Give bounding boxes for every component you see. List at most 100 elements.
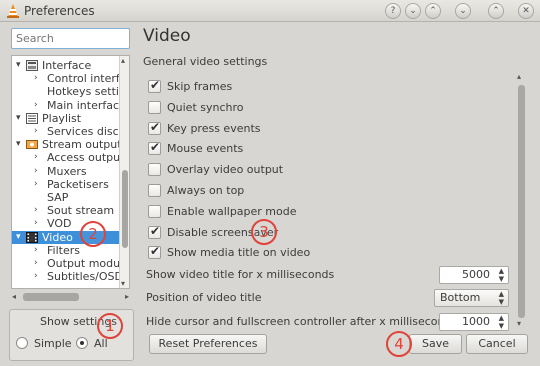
tree-hscroll-thumb[interactable] <box>23 293 79 301</box>
collapsed-arrow-icon[interactable]: › <box>34 72 38 85</box>
title-bar: Preferences ? ⌄ ⌃ ⌄ ⌃ ✕ <box>0 0 540 22</box>
expand-arrow-icon[interactable]: ▾ <box>16 59 21 72</box>
minimize-icon: ⌄ <box>459 6 467 16</box>
check-icon: ✔ <box>150 244 161 259</box>
title-position-value: Bottom <box>440 291 481 304</box>
tree-item-output-module[interactable]: › Output module <box>12 257 119 270</box>
tree-vertical-scrollbar[interactable]: ▴ ▾ <box>119 56 129 288</box>
tree-item-stream-output[interactable]: ▾ Stream output <box>12 138 119 151</box>
tree-item-label: Muxers <box>47 164 87 178</box>
checkbox-label: Key press events <box>167 121 261 135</box>
annotation-marker-2: 2 <box>80 221 106 247</box>
settings-scroll-thumb[interactable] <box>518 85 525 318</box>
checkbox-label: Enable wallpaper mode <box>167 204 297 218</box>
title-position-select[interactable]: Bottom ▲ ▼ <box>434 289 509 307</box>
hide-cursor-value: 1000 <box>462 315 490 328</box>
category-tree[interactable]: ▾ Interface › Control interfacHotkeys setti… <box>11 55 130 289</box>
page-title: Video <box>143 26 191 46</box>
expand-arrow-icon[interactable]: ▾ <box>16 231 21 244</box>
title-duration-label: Show video title for x milliseconds <box>146 268 335 281</box>
check-icon: ✔ <box>150 140 161 155</box>
collapsed-arrow-icon[interactable]: › <box>34 217 38 230</box>
checkbox[interactable]: ✔ <box>148 224 161 239</box>
help-button[interactable]: ? <box>385 3 401 19</box>
checkbox[interactable]: ✔ <box>148 119 161 135</box>
radio-all[interactable] <box>76 337 88 349</box>
checkbox[interactable]: ✔ <box>148 78 161 93</box>
tree-item-hotkeys-setting[interactable]: Hotkeys setting <box>12 85 119 98</box>
tree-item-label: Output module <box>47 257 119 270</box>
collapsed-arrow-icon[interactable]: › <box>34 204 38 217</box>
collapsed-arrow-icon[interactable]: › <box>34 125 38 138</box>
maximize-button[interactable]: ⌃ <box>488 3 504 19</box>
window-title: Preferences <box>24 4 95 18</box>
title-duration-spinbox[interactable]: 5000 ▲ ▼ <box>439 266 509 284</box>
scroll-left-icon[interactable]: ◂ <box>12 292 16 301</box>
tree-item-label: Packetisers <box>47 177 109 191</box>
tree-item-access-output[interactable]: › Access output <box>12 151 119 164</box>
collapsed-arrow-icon[interactable]: › <box>34 257 38 270</box>
check-icon: ✔ <box>150 78 161 92</box>
expand-arrow-icon[interactable]: ▾ <box>16 112 21 125</box>
collapsed-arrow-icon[interactable]: › <box>34 178 38 191</box>
spin-arrows-icon[interactable]: ▲ ▼ <box>499 314 504 330</box>
stream-output-icon <box>26 139 38 150</box>
shade-up-button[interactable]: ⌃ <box>425 3 441 19</box>
tree-item-filters[interactable]: › Filters <box>12 244 119 257</box>
scroll-down-icon[interactable]: ▾ <box>121 279 125 288</box>
tree-item-label: Subtitles/OSD <box>47 270 119 284</box>
tree-item-subtitles-osd[interactable]: › Subtitles/OSD <box>12 270 119 283</box>
scroll-up-icon[interactable]: ▴ <box>517 72 521 81</box>
checkbox[interactable]: ✔ <box>148 140 161 156</box>
title-duration-value: 5000 <box>462 268 490 281</box>
checkbox[interactable]: ✔ <box>148 244 161 260</box>
tree-item-packetisers[interactable]: › Packetisers <box>12 178 119 191</box>
radio-simple[interactable] <box>16 337 28 349</box>
spin-arrows-icon[interactable]: ▲ ▼ <box>499 267 504 283</box>
playlist-icon <box>26 112 38 124</box>
hide-cursor-spinbox[interactable]: 1000 ▲ ▼ <box>439 313 509 331</box>
scroll-down-icon[interactable]: ▾ <box>517 319 521 328</box>
reset-preferences-button[interactable]: Reset Preferences <box>149 334 267 354</box>
check-icon: ✔ <box>150 119 161 134</box>
expand-arrow-icon[interactable]: ▾ <box>16 138 21 151</box>
tree-item-label: Control interfac <box>47 72 119 86</box>
minimize-button[interactable]: ⌄ <box>455 3 471 19</box>
scroll-up-icon[interactable]: ▴ <box>121 56 125 65</box>
tree-item-sout-stream[interactable]: › Sout stream <box>12 204 119 217</box>
cancel-button[interactable]: Cancel <box>466 334 528 354</box>
save-button[interactable]: Save <box>409 334 462 354</box>
section-title: General video settings <box>143 55 268 68</box>
checkbox[interactable] <box>148 100 161 114</box>
collapsed-arrow-icon[interactable]: › <box>34 151 38 164</box>
collapsed-arrow-icon[interactable]: › <box>34 270 38 283</box>
tree-scroll-thumb[interactable] <box>122 170 128 248</box>
chevron-down-icon: ⌄ <box>409 6 417 16</box>
tree-item-main-interfaces[interactable]: › Main interfaces <box>12 99 119 112</box>
search-input[interactable] <box>11 28 130 49</box>
checkbox-label: Mouse events <box>167 142 244 156</box>
tree-horizontal-scrollbar[interactable]: ◂ ▸ <box>11 292 130 302</box>
settings-vertical-scrollbar[interactable]: ▴ ▾ <box>515 72 527 328</box>
tree-item-label: Services discove <box>47 125 119 138</box>
tree-item-label: Interface <box>42 59 92 72</box>
shade-down-button[interactable]: ⌄ <box>405 3 421 19</box>
checkbox[interactable] <box>148 204 161 218</box>
collapsed-arrow-icon[interactable]: › <box>34 244 38 257</box>
close-button[interactable]: ✕ <box>518 3 534 19</box>
close-icon: ✕ <box>522 6 530 16</box>
chevron-up-icon: ⌃ <box>429 6 437 16</box>
chevron-updown-icon: ▲ ▼ <box>498 290 504 306</box>
tree-item-interface[interactable]: ▾ Interface <box>12 59 119 72</box>
tree-item-playlist[interactable]: ▾ Playlist <box>12 112 119 125</box>
tree-item-muxers[interactable]: › Muxers <box>12 165 119 178</box>
tree-item-label: Video <box>42 230 73 244</box>
scroll-right-icon[interactable]: ▸ <box>125 292 129 301</box>
tree-item-services-discove[interactable]: › Services discove <box>12 125 119 138</box>
collapsed-arrow-icon[interactable]: › <box>34 99 38 112</box>
tree-item-sap[interactable]: SAP <box>12 191 119 204</box>
collapsed-arrow-icon[interactable]: › <box>34 165 38 178</box>
tree-item-control-interfac[interactable]: › Control interfac <box>12 72 119 85</box>
checkbox[interactable] <box>148 163 161 177</box>
checkbox[interactable] <box>148 184 161 197</box>
